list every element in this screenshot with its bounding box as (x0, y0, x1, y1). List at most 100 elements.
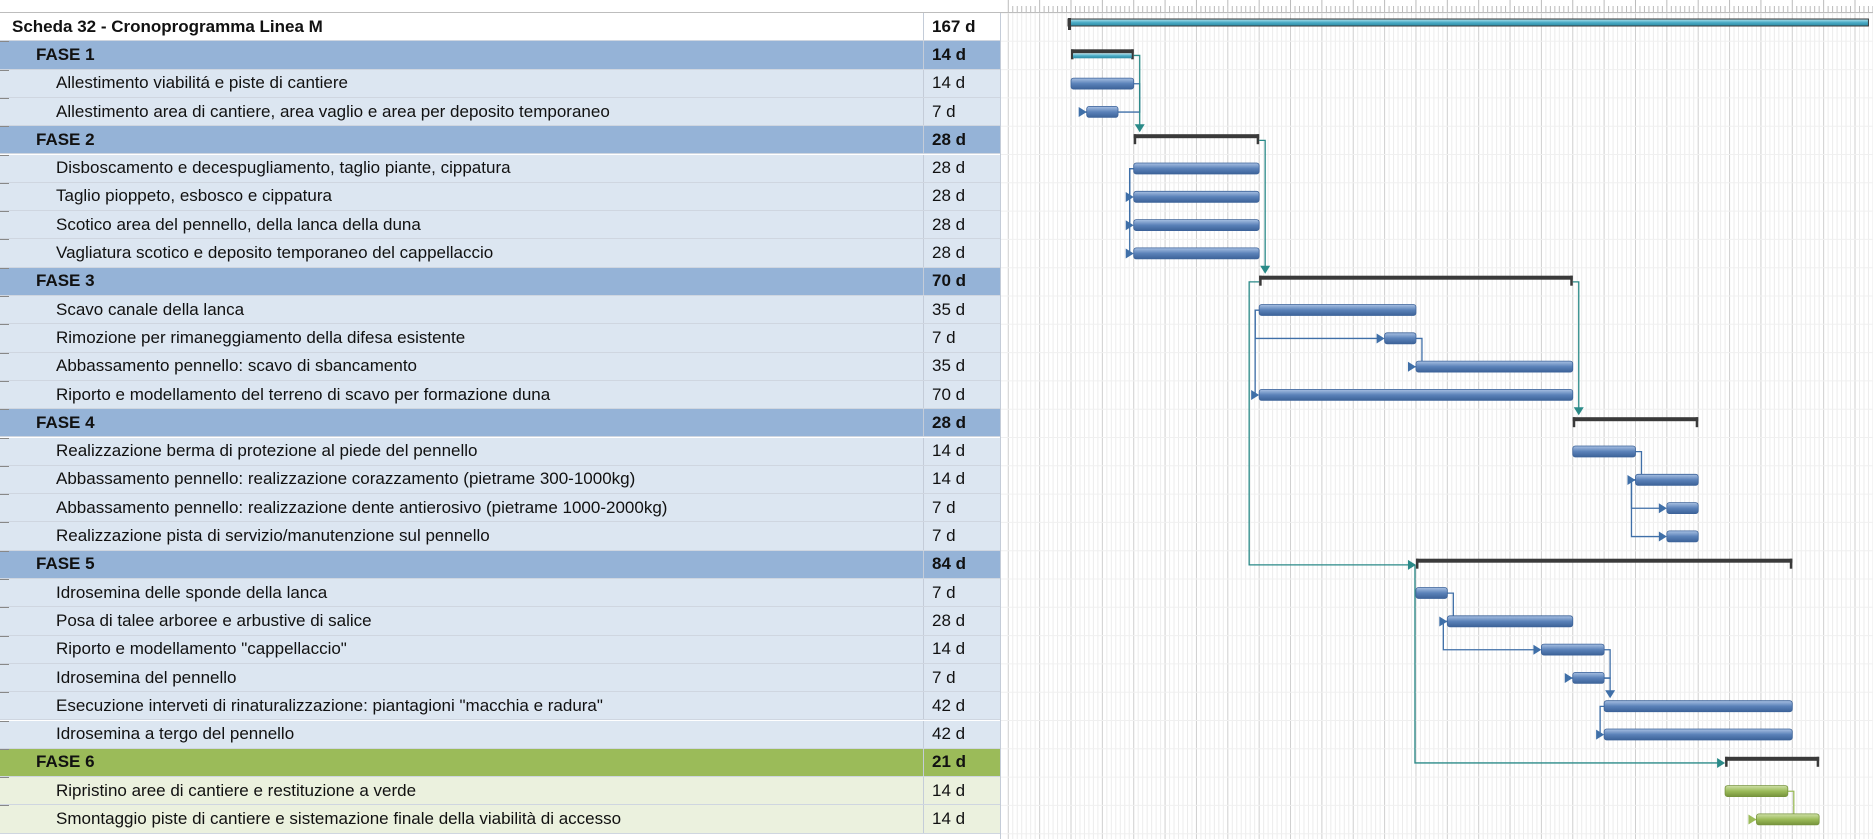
phase-progress-bar (1073, 53, 1132, 59)
row-gridline (0, 777, 9, 779)
task-name: Riporto e modellamento del terreno di sc… (12, 380, 924, 409)
task-bar (1133, 247, 1260, 260)
duration-cell: 14 d (932, 780, 966, 800)
task-row[interactable]: Abbassamento pennello: realizzazione den… (0, 494, 1000, 523)
phase-name: FASE 2 (12, 126, 924, 154)
task-row[interactable]: Allestimento viabilitá e piste di cantie… (0, 69, 1000, 98)
dependency-link (1604, 677, 1611, 693)
row-gridline (0, 211, 9, 213)
task-name: Abbassamento pennello: realizzazione cor… (12, 465, 924, 494)
task-bar (1756, 813, 1820, 826)
task-bar (1258, 304, 1417, 316)
task-name: Riporto e modellamento "cappellaccio" (12, 635, 924, 663)
link-arrowhead (1134, 124, 1145, 133)
task-row[interactable]: Riporto e modellamento "cappellaccio" 14 … (0, 635, 1000, 664)
row-gridline (0, 579, 9, 580)
duration-cell: 28 d (932, 243, 966, 263)
task-bar (1415, 587, 1448, 599)
task-row[interactable]: Abbassamento pennello: scavo di sbancame… (0, 352, 1000, 381)
task-row[interactable]: Idrosemina a tergo del pennello 42 d (0, 720, 1000, 749)
task-name: Idrosemina delle sponde della lanca (12, 579, 924, 607)
gantt-window: Scheda 32 - Cronoprogramma Linea M 167 d… (0, 0, 1873, 839)
phase-summary-bar (1415, 558, 1793, 563)
project-name: Scheda 32 - Cronoprogramma Linea M (12, 13, 924, 41)
task-name: Posa di talee arboree e arbustive di sal… (12, 607, 924, 635)
duration-cell: 14 d (932, 44, 967, 64)
phase-row[interactable]: FASE 6 21 d (0, 748, 1000, 778)
row-gridline (0, 720, 9, 722)
task-bar (1603, 728, 1793, 741)
phase-summary-bar (1572, 417, 1699, 422)
task-bar (1133, 190, 1260, 203)
dependency-link (1572, 281, 1580, 410)
duration-cell: 21 d (932, 752, 967, 772)
task-row[interactable]: Idrosemina delle sponde della lanca 7 d (0, 579, 1000, 608)
task-row[interactable]: Realizzazione berma di protezione al pie… (0, 437, 1000, 466)
duration-cell: 28 d (932, 186, 966, 206)
task-row[interactable]: Scotico area del pennello, della lanca d… (0, 211, 1000, 240)
phase-summary-bar (1133, 134, 1260, 139)
phase-bar-end (1695, 417, 1699, 428)
phase-row[interactable]: FASE 4 28 d (0, 409, 1000, 438)
row-gridline (0, 748, 9, 750)
phase-row[interactable]: FASE 2 28 d (0, 126, 1000, 155)
row-gridline (0, 380, 9, 382)
phase-summary-bar (1071, 49, 1134, 54)
phase-row[interactable]: FASE 3 70 d (0, 267, 1000, 296)
task-row[interactable]: Rimozione per rimaneggiamento della dife… (0, 324, 1000, 353)
row-gridline (0, 692, 9, 694)
task-name: Scotico area del pennello, della lanca d… (12, 211, 924, 239)
task-bar (1133, 219, 1260, 232)
task-row[interactable]: Idrosemina del pennello 7 d (0, 663, 1000, 693)
duration-cell: 28 d (932, 214, 966, 234)
duration-cell: 7 d (932, 327, 956, 347)
task-bar (1541, 643, 1605, 656)
task-row[interactable]: Realizzazione pista di servizio/manutenz… (0, 522, 1000, 551)
link-arrowhead (1078, 107, 1087, 118)
task-bar (1446, 615, 1574, 628)
project-bar-end (1068, 18, 1071, 30)
phase-name: FASE 5 (12, 550, 924, 578)
task-row[interactable]: Ripristino aree di cantiere e restituzio… (0, 777, 1000, 806)
phase-bar-end (1789, 558, 1793, 569)
task-bar (1603, 700, 1793, 713)
task-bar (1635, 473, 1699, 486)
phase-row[interactable]: FASE 5 84 d (0, 550, 1000, 579)
duration-cell: 14 d (932, 73, 966, 93)
duration-cell: 7 d (932, 101, 956, 121)
task-row[interactable]: Smontaggio piste di cantiere e sistemazi… (0, 805, 1000, 834)
duration-cell: 14 d (932, 469, 966, 489)
project-duration: 167 d (932, 16, 976, 36)
row-gridline (0, 663, 9, 665)
task-row[interactable]: Taglio pioppeto, esbosco e cippatura 28 d (0, 182, 1000, 212)
task-row[interactable]: Posa di talee arboree e arbustive di sal… (0, 607, 1000, 636)
phase-row[interactable]: FASE 1 14 d (0, 41, 1000, 70)
task-row[interactable]: Esecuzione interveti di rinaturalizzazio… (0, 692, 1000, 721)
phase-summary-bar (1259, 275, 1573, 280)
task-row[interactable]: Vagliatura scotico e deposito temporaneo… (0, 239, 1000, 268)
task-row[interactable]: Disboscamento e decespugliamento, taglio… (0, 154, 1000, 183)
task-row[interactable]: Allestimento area di cantiere, area vagl… (0, 97, 1000, 127)
task-name: Abbassamento pennello: scavo di sbancame… (12, 352, 924, 380)
duration-cell: 35 d (932, 356, 966, 376)
dependency-link (1259, 139, 1266, 268)
task-name: Idrosemina del pennello (12, 663, 924, 692)
duration-cell: 70 d (932, 384, 966, 404)
row-gridline (0, 409, 9, 411)
task-bar (1724, 785, 1789, 797)
duration-cell: 70 d (932, 271, 967, 291)
task-row[interactable]: Scavo canale della lanca 35 d (0, 296, 1000, 325)
task-name: Allestimento area di cantiere, area vagl… (12, 97, 924, 126)
task-name: Realizzazione pista di servizio/manutenz… (12, 522, 924, 550)
row-gridline (0, 182, 9, 184)
task-row[interactable]: Riporto e modellamento del terreno di sc… (0, 380, 1000, 410)
row-gridline (0, 465, 9, 467)
task-row[interactable]: Abbassamento pennello: realizzazione cor… (0, 465, 1000, 495)
task-name: Vagliatura scotico e deposito temporaneo… (12, 239, 924, 267)
phase-bar-end (1725, 756, 1728, 767)
project-summary-row[interactable]: Scheda 32 - Cronoprogramma Linea M 167 d (0, 13, 1000, 42)
row-gridline (0, 41, 9, 43)
row-gridline (0, 69, 9, 71)
duration-cell: 84 d (932, 554, 967, 574)
phase-bar-end (1256, 134, 1260, 145)
